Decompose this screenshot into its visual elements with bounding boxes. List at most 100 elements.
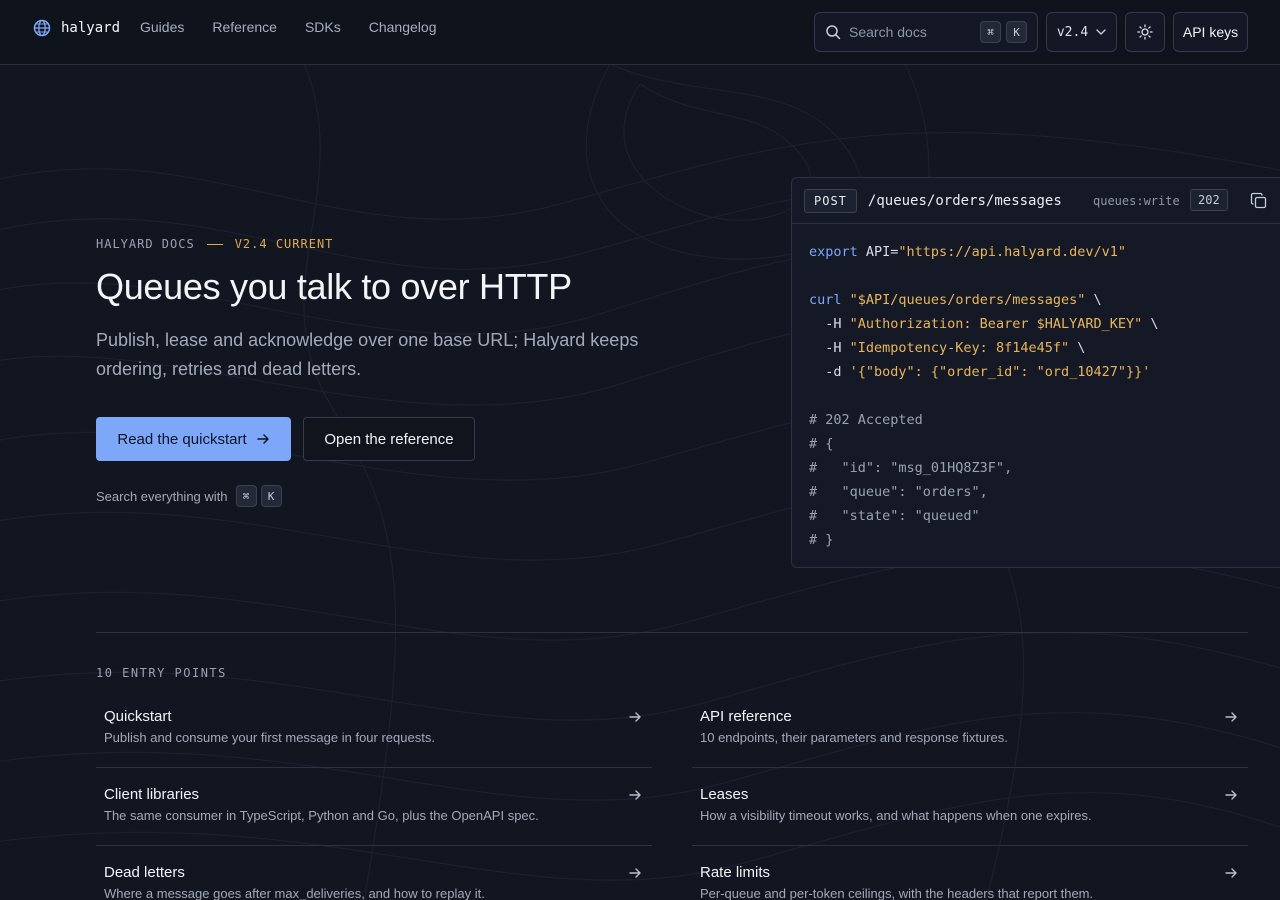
code-line: export API="https://api.halyard.dev/v1" <box>809 240 1273 264</box>
entry-card-rate-limits[interactable]: Rate limits Per-queue and per-token ceil… <box>692 846 1248 900</box>
search-placeholder: Search docs <box>849 24 927 40</box>
code-token: \ <box>1069 340 1086 356</box>
api-keys-button[interactable]: API keys <box>1173 12 1248 52</box>
code-token: -d <box>809 364 850 380</box>
entry-card-description: Per-queue and per-token ceilings, with t… <box>700 886 1094 900</box>
nav-link-reference[interactable]: Reference <box>212 19 277 35</box>
read-quickstart-label: Read the quickstart <box>117 430 247 448</box>
code-token: # "state": "queued" <box>809 508 980 524</box>
theme-toggle-button[interactable] <box>1125 12 1165 52</box>
hint-key-k: K <box>260 485 282 507</box>
page-title: Queues you talk to over HTTP <box>96 266 572 307</box>
entry-card-description: 10 endpoints, their parameters and respo… <box>700 730 1008 745</box>
arrow-right-icon <box>1225 868 1237 878</box>
nav-link-changelog[interactable]: Changelog <box>369 19 437 35</box>
entry-card-quickstart[interactable]: Quickstart Publish and consume your firs… <box>96 690 652 768</box>
entry-card-title: Quickstart <box>104 708 172 725</box>
code-token: \ <box>1142 316 1159 332</box>
code-line: # "state": "queued" <box>809 504 1273 528</box>
code-panel-header: POST /queues/orders/messages queues:writ… <box>792 178 1280 224</box>
code-token: "Idempotency-Key: 8f14e45f" <box>849 340 1070 356</box>
primary-nav: Guides Reference SDKs Changelog <box>140 19 436 35</box>
endpoint-path: /queues/orders/messages <box>867 192 1062 209</box>
status-code-badge: 202 <box>1190 189 1228 211</box>
arrow-right-icon <box>629 712 641 722</box>
version-select[interactable]: v2.4 <box>1046 12 1117 52</box>
version-value: v2.4 <box>1056 24 1089 40</box>
hero-eyebrow: HALYARD DOCS V2.4 CURRENT <box>96 237 333 251</box>
code-token: "$API/queues/orders/messages" <box>849 292 1086 308</box>
globe-icon <box>33 19 51 37</box>
hint-key-cmd: ⌘ <box>235 485 257 507</box>
copy-icon[interactable] <box>1250 192 1268 210</box>
search-icon <box>826 25 841 40</box>
search-shortcut-hint: Search everything with ⌘ K <box>96 485 282 507</box>
code-token: # { <box>809 436 834 452</box>
code-line: # 202 Accepted <box>809 408 1273 432</box>
chevron-down-icon <box>1096 29 1106 35</box>
code-token: "https://api.halyard.dev/v1" <box>898 244 1126 260</box>
code-line: -H "Authorization: Bearer $HALYARD_KEY" … <box>809 312 1273 336</box>
entry-card-description: The same consumer in TypeScript, Python … <box>104 808 539 823</box>
brand-logo-link[interactable]: halyard <box>33 19 120 37</box>
read-quickstart-button[interactable]: Read the quickstart <box>96 417 291 461</box>
code-token: # } <box>809 532 834 548</box>
code-line: -H "Idempotency-Key: 8f14e45f" \ <box>809 336 1273 360</box>
code-line: # { <box>809 432 1273 456</box>
nav-link-guides[interactable]: Guides <box>140 19 184 35</box>
arrow-right-icon <box>1225 712 1237 722</box>
search-hint-text: Search everything with <box>96 488 228 504</box>
code-token: "Authorization: Bearer $HALYARD_KEY" <box>849 316 1143 332</box>
arrow-right-icon <box>1225 790 1237 800</box>
entry-card-title: Leases <box>700 786 749 803</box>
code-line: -d '{"body": {"order_id": "ord_10427"}}' <box>809 360 1273 384</box>
open-reference-button[interactable]: Open the reference <box>303 417 475 461</box>
code-token: \ <box>1085 292 1102 308</box>
code-token: curl <box>809 292 842 308</box>
entry-card-title: Rate limits <box>700 864 771 881</box>
code-token: # "queue": "orders", <box>809 484 988 500</box>
http-method-badge: POST <box>804 188 857 213</box>
sun-icon <box>1137 24 1153 40</box>
entry-points-grid: Quickstart Publish and consume your firs… <box>96 690 1248 900</box>
code-token: '{"body": {"order_id": "ord_10427"}}' <box>849 364 1151 380</box>
code-token: # "id": "msg_01HQ8Z3F", <box>809 460 1013 476</box>
arrow-right-icon <box>629 868 641 878</box>
code-token: -H <box>809 340 850 356</box>
code-example-panel: POST /queues/orders/messages queues:writ… <box>791 177 1280 568</box>
entry-card-title: Client libraries <box>104 786 200 803</box>
code-line: curl "$API/queues/orders/messages" \ <box>809 288 1273 312</box>
code-block: export API="https://api.halyard.dev/v1" … <box>792 224 1280 568</box>
entry-points-heading: 10 ENTRY POINTS <box>96 666 227 680</box>
entry-card-description: Publish and consume your first message i… <box>104 730 435 745</box>
arrow-right-icon <box>629 790 641 800</box>
eyebrow-divider <box>206 243 223 245</box>
eyebrow-version-label: V2.4 CURRENT <box>234 237 334 251</box>
entry-card-leases[interactable]: Leases How a visibility timeout works, a… <box>692 768 1248 846</box>
entry-card-dead-letters[interactable]: Dead letters Where a message goes after … <box>96 846 652 900</box>
shortcut-key-k: K <box>1006 21 1027 43</box>
search-docs-button[interactable]: Search docs ⌘ K <box>814 12 1038 52</box>
entry-card-description: Where a message goes after max_deliverie… <box>104 886 485 900</box>
brand-name: halyard <box>61 20 121 36</box>
code-token: API= <box>857 244 899 260</box>
scope-label: queues:write <box>1093 194 1180 208</box>
code-token: -H <box>809 316 850 332</box>
entry-card-title: API reference <box>700 708 792 725</box>
code-line: # "queue": "orders", <box>809 480 1273 504</box>
code-line: # } <box>809 528 1273 552</box>
eyebrow-docs-label: HALYARD DOCS <box>96 237 195 251</box>
code-token: # 202 Accepted <box>809 412 923 428</box>
nav-link-sdks[interactable]: SDKs <box>305 19 341 35</box>
top-navigation-bar: halyard Guides Reference SDKs Changelog … <box>0 0 1280 65</box>
hero-subtitle: Publish, lease and acknowledge over one … <box>96 330 639 379</box>
section-divider <box>96 632 1248 633</box>
code-line: # "id": "msg_01HQ8Z3F", <box>809 456 1273 480</box>
entry-card-client-libraries[interactable]: Client libraries The same consumer in Ty… <box>96 768 652 846</box>
entry-card-api-reference[interactable]: API reference 10 endpoints, their parame… <box>692 690 1248 768</box>
entry-card-description: How a visibility timeout works, and what… <box>700 808 1092 823</box>
code-token: export <box>809 244 858 260</box>
